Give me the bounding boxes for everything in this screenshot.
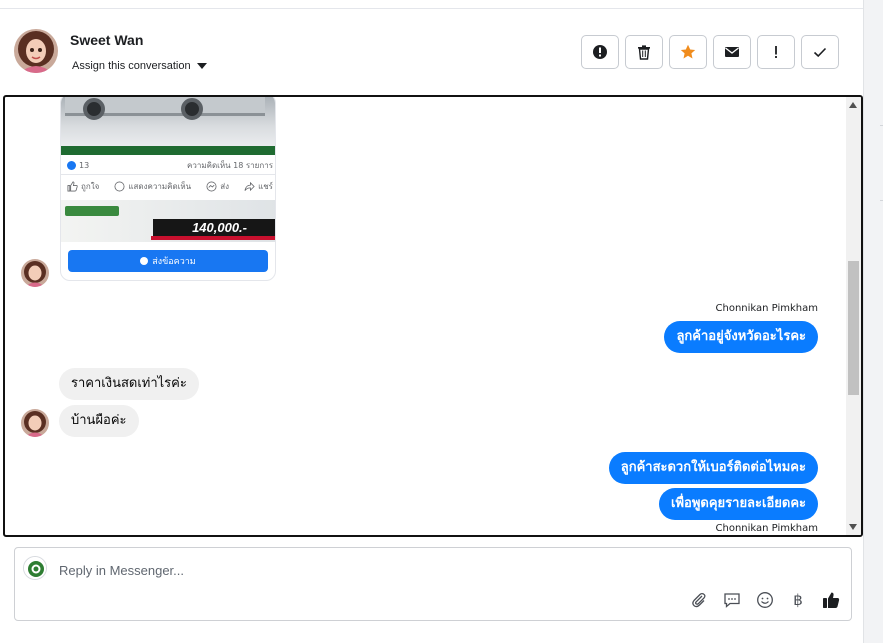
sender-name: Chonnikan Pimkham: [715, 523, 818, 534]
thread-scrollbar[interactable]: [846, 97, 861, 535]
contact-avatar-small: [21, 259, 49, 287]
ad-comment-action: แสดงความคิดเห็น: [114, 180, 191, 193]
ad-comment-count: ความคิดเห็น 18 รายการ: [186, 160, 273, 170]
send-like-button[interactable]: [821, 590, 841, 610]
ad-car-image: [61, 97, 275, 148]
ad-share-action: แชร์: [244, 180, 273, 193]
contact-name: Sweet Wan: [70, 32, 144, 48]
paperclip-icon: [692, 592, 706, 608]
inbox-window: Sweet Wan Assign this conversation 13 คว…: [0, 0, 863, 643]
payment-button[interactable]: ฿: [788, 590, 808, 610]
send-message-label: ส่งข้อความ: [152, 257, 196, 267]
mark-done-button[interactable]: [801, 35, 839, 69]
contact-avatar[interactable]: [14, 29, 58, 73]
page-logo: [23, 556, 47, 580]
conversation-header: Sweet Wan Assign this conversation: [0, 9, 863, 95]
message-bubble-outgoing[interactable]: เพื่อพูดคุยรายละเอียดคะ: [659, 488, 818, 520]
comment-outline-icon: [114, 181, 125, 191]
reply-toolbar: ฿: [689, 590, 841, 610]
send-message-button[interactable]: ส่งข้อความ: [68, 250, 268, 272]
reply-composer: ฿: [14, 547, 852, 621]
scrollbar-thumb[interactable]: [848, 261, 859, 395]
reply-input[interactable]: [59, 560, 759, 580]
chat-bubble-icon: [724, 593, 740, 608]
message-bubble-incoming[interactable]: บ้านผือค่ะ: [59, 405, 139, 437]
ad-like-action: ถูกใจ: [67, 180, 99, 193]
follow-up-button[interactable]: [757, 35, 795, 69]
message-thread[interactable]: 13 ความคิดเห็น 18 รายการ ถูกใจ แสดงความค…: [3, 95, 863, 537]
ad-like-count: 13: [79, 160, 90, 170]
message-bubble-outgoing[interactable]: ลูกค้าสะดวกให้เบอร์ติดต่อไหมคะ: [608, 452, 818, 484]
ad-engagement: 13 ความคิดเห็น 18 รายการ: [67, 157, 273, 173]
baht-currency-icon: ฿: [793, 591, 803, 609]
like-reaction-icon: [67, 160, 76, 170]
share-outline-icon: [244, 181, 255, 191]
mark-unread-button[interactable]: [713, 35, 751, 69]
envelope-icon: [725, 47, 739, 57]
contact-avatar-small: [21, 409, 49, 437]
alert-circle-icon: [593, 45, 607, 59]
exclamation-icon: [775, 46, 777, 58]
trash-icon: [638, 45, 650, 60]
ad-preview-card[interactable]: 13 ความคิดเห็น 18 รายการ ถูกใจ แสดงความค…: [60, 97, 276, 281]
thumbs-up-icon: [823, 592, 840, 608]
attachment-button[interactable]: [689, 590, 709, 610]
assign-label: Assign this conversation: [72, 60, 191, 72]
ad-contact-strip: [61, 146, 275, 155]
ad-send-action: ส่ง: [206, 180, 229, 193]
message-bubble-outgoing[interactable]: ลูกค้าอยู่จังหวัดอะไรคะ: [664, 321, 818, 353]
scroll-up-arrow-icon[interactable]: [849, 102, 857, 108]
ad-reaction-bar: ถูกใจ แสดงความคิดเห็น ส่ง แชร์: [67, 178, 273, 194]
messenger-icon: [140, 257, 149, 265]
messenger-outline-icon: [206, 181, 217, 191]
assign-conversation-dropdown[interactable]: Assign this conversation: [72, 60, 207, 72]
dealer-logo: [65, 206, 119, 216]
conversation-actions: [581, 35, 839, 69]
sender-name: Chonnikan Pimkham: [715, 303, 818, 314]
thumbs-up-outline-icon: [67, 181, 78, 191]
check-icon: [813, 47, 827, 58]
ad-price-banner: 140,000.-: [61, 200, 275, 242]
ad-price: 140,000.-: [151, 219, 275, 240]
saved-replies-button[interactable]: [722, 590, 742, 610]
scroll-down-arrow-icon[interactable]: [849, 524, 857, 530]
message-bubble-incoming[interactable]: ราคาเงินสดเท่าไรค่ะ: [59, 368, 199, 400]
smiley-icon: [757, 592, 773, 608]
side-panel-edge: [863, 0, 883, 643]
caret-down-icon: [196, 63, 207, 69]
mark-spam-button[interactable]: [581, 35, 619, 69]
delete-button[interactable]: [625, 35, 663, 69]
star-icon: [680, 44, 696, 59]
emoji-button[interactable]: [755, 590, 775, 610]
star-button[interactable]: [669, 35, 707, 69]
